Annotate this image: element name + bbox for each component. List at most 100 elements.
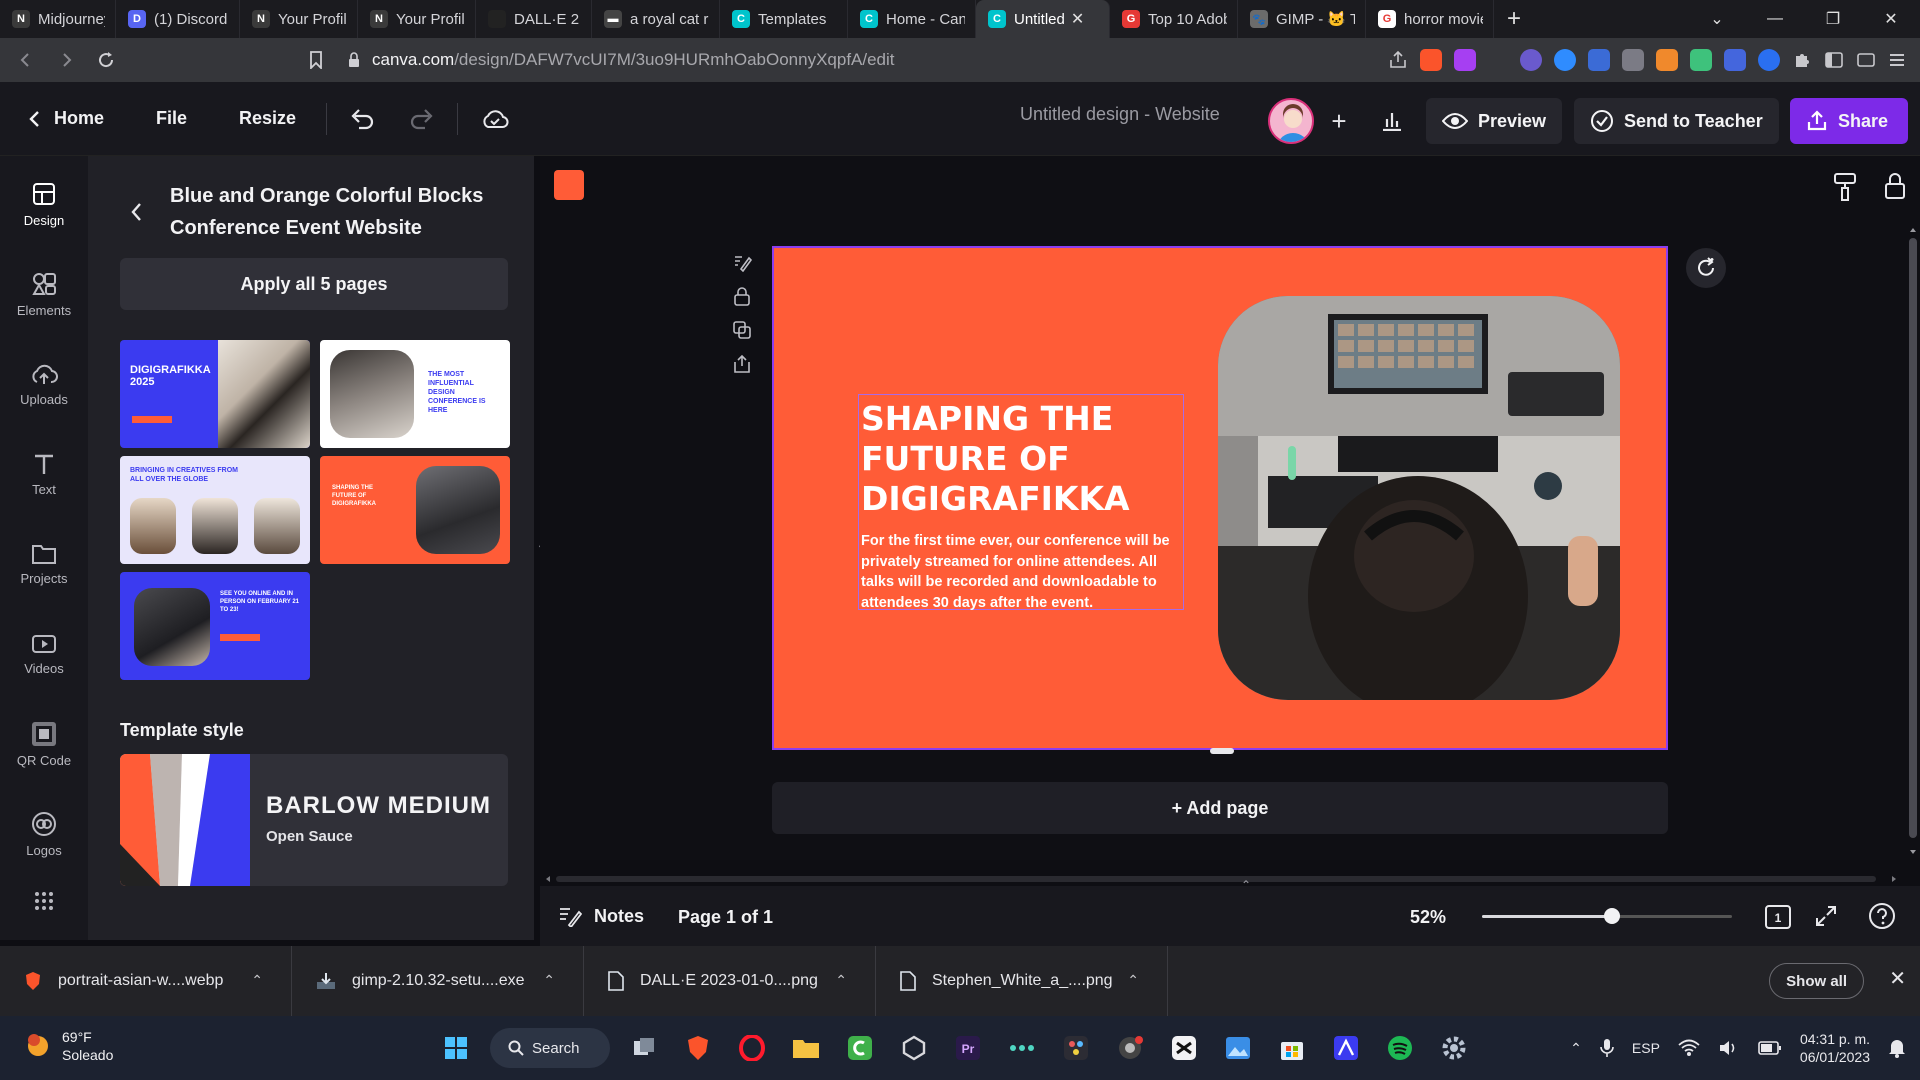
settings-icon[interactable] xyxy=(1434,1028,1474,1068)
puzzle-icon[interactable] xyxy=(1792,50,1812,70)
notes-button[interactable]: Notes xyxy=(558,898,644,934)
send-to-teacher-button[interactable]: Send to Teacher xyxy=(1574,98,1779,144)
metamask-icon[interactable] xyxy=(1656,49,1678,71)
brave-icon[interactable] xyxy=(678,1028,718,1068)
tab-search-icon[interactable]: ⌄ xyxy=(1688,0,1746,38)
cloud-save-icon[interactable] xyxy=(472,97,518,141)
template-style-card[interactable]: BARLOW MEDIUM Open Sauce xyxy=(120,754,508,886)
zoom-slider-knob[interactable] xyxy=(1604,908,1620,924)
bookmark-icon[interactable] xyxy=(296,40,336,80)
insights-button[interactable] xyxy=(1372,100,1412,140)
browser-tab[interactable]: N Midjourney xyxy=(0,0,116,38)
page-grid-view-button[interactable]: 1 xyxy=(1764,904,1792,930)
battery-icon[interactable] xyxy=(1758,1041,1782,1055)
vertical-scrollbar[interactable] xyxy=(1906,222,1920,862)
download-item[interactable]: Stephen_White_a_....png ⌃ xyxy=(876,946,1168,1016)
design-photo[interactable] xyxy=(1218,296,1620,700)
template-page-thumb-active[interactable]: SHAPING THE FUTURE OF DIGIGRAFIKKA xyxy=(320,456,510,564)
download-item[interactable]: gimp-2.10.32-setu....exe ⌃ xyxy=(292,946,584,1016)
horizontal-scrollbar[interactable] xyxy=(540,872,1906,886)
extension-icon[interactable] xyxy=(1622,49,1644,71)
camtasia-icon[interactable] xyxy=(840,1028,880,1068)
rail-item-videos[interactable]: Videos xyxy=(0,614,88,694)
browser-tab[interactable]: 🐾 GIMP - 🐱 T xyxy=(1238,0,1366,38)
design-body-text[interactable]: For the first time ever, our conference … xyxy=(861,531,1181,613)
browser-tab[interactable]: Ghorror movie xyxy=(1366,0,1494,38)
download-item[interactable]: DALL·E 2023-01-0....png ⌃ xyxy=(584,946,876,1016)
fullscreen-icon[interactable] xyxy=(1814,904,1838,928)
design-heading[interactable]: SHAPING THE FUTURE OF DIGIGRAFIKKA xyxy=(859,395,1183,519)
edit-notes-icon[interactable] xyxy=(732,252,752,272)
rail-item-logos[interactable]: Logos xyxy=(0,794,88,874)
browser-tab[interactable]: D (1) Discord | xyxy=(116,0,240,38)
selected-text-box[interactable]: SHAPING THE FUTURE OF DIGIGRAFIKKA For t… xyxy=(858,394,1184,613)
minimize-button[interactable]: — xyxy=(1746,0,1804,38)
file-explorer-icon[interactable] xyxy=(786,1028,826,1068)
lock-icon[interactable] xyxy=(1884,172,1906,200)
reload-button[interactable] xyxy=(86,40,126,80)
rail-item-text[interactable]: Text xyxy=(0,434,88,514)
share-button[interactable]: Share xyxy=(1790,98,1908,144)
apply-all-pages-button[interactable]: Apply all 5 pages xyxy=(120,258,508,310)
chevron-up-icon[interactable]: ⌃ xyxy=(543,972,555,989)
chevron-up-icon[interactable]: ⌃ xyxy=(835,972,847,989)
design-page[interactable]: SHAPING THE FUTURE OF DIGIGRAFIKKA For t… xyxy=(772,246,1668,750)
zoom-slider[interactable] xyxy=(1482,908,1732,924)
new-tab-button[interactable]: + xyxy=(1494,0,1534,38)
rail-item-design[interactable]: Design xyxy=(0,164,88,244)
zoom-percentage[interactable]: 52% xyxy=(1410,907,1446,928)
browser-tab[interactable]: C Templates xyxy=(720,0,848,38)
premiere-icon[interactable]: Pr xyxy=(948,1028,988,1068)
more-apps-button[interactable] xyxy=(0,884,88,924)
lock-page-icon[interactable] xyxy=(732,286,752,306)
browser-tab[interactable]: DALL·E 2 xyxy=(476,0,592,38)
task-view-icon[interactable] xyxy=(624,1028,664,1068)
close-tab-icon[interactable]: ✕ xyxy=(1071,9,1084,29)
notification-icon[interactable] xyxy=(1888,1038,1906,1058)
unity-icon[interactable] xyxy=(894,1028,934,1068)
resize-button[interactable]: Resize xyxy=(231,97,304,141)
volume-icon[interactable] xyxy=(1718,1039,1740,1057)
opera-icon[interactable] xyxy=(732,1028,772,1068)
back-chevron-icon[interactable] xyxy=(130,202,142,222)
extension-icon[interactable] xyxy=(1758,49,1780,71)
duplicate-page-icon[interactable] xyxy=(732,320,752,340)
rail-item-uploads[interactable]: Uploads xyxy=(0,344,88,424)
sidebar-icon[interactable] xyxy=(1824,50,1844,70)
browser-tab[interactable]: C Home - Canv xyxy=(848,0,976,38)
spotify-icon[interactable] xyxy=(1380,1028,1420,1068)
capcut-icon[interactable] xyxy=(1164,1028,1204,1068)
page-indicator[interactable]: Page 1 of 1 xyxy=(678,907,773,928)
add-page-icon[interactable] xyxy=(732,354,752,374)
download-item[interactable]: portrait-asian-w....webp ⌃ xyxy=(0,946,292,1016)
microphone-icon[interactable] xyxy=(1600,1038,1614,1058)
browser-tab[interactable]: ▬ a royal cat re xyxy=(592,0,720,38)
language-indicator[interactable]: ESP xyxy=(1632,1040,1660,1056)
wallet-icon[interactable] xyxy=(1856,50,1876,70)
taskbar-search[interactable]: Search xyxy=(490,1028,610,1068)
help-icon[interactable] xyxy=(1868,902,1896,930)
back-button[interactable] xyxy=(6,40,46,80)
home-button[interactable]: Home xyxy=(20,97,112,141)
davinci-icon[interactable] xyxy=(1056,1028,1096,1068)
menu-icon[interactable] xyxy=(1888,51,1906,69)
template-page-thumb[interactable]: SEE YOU ONLINE AND IN PERSON ON FEBRUARY… xyxy=(120,572,310,680)
add-collaborator-button[interactable]: + xyxy=(1320,102,1358,140)
share-page-icon[interactable] xyxy=(1388,50,1408,70)
document-title[interactable]: Untitled design - Website xyxy=(1020,104,1220,125)
clock[interactable]: 04:31 p. m. 06/01/2023 xyxy=(1800,1030,1870,1066)
add-page-button[interactable]: + Add page xyxy=(772,782,1668,834)
image-viewer-icon[interactable] xyxy=(1218,1028,1258,1068)
windows-start-icon[interactable] xyxy=(436,1028,476,1068)
extension-icon[interactable] xyxy=(1690,49,1712,71)
preview-button[interactable]: Preview xyxy=(1426,98,1563,144)
chevron-up-icon[interactable]: ⌃ xyxy=(1228,878,1264,892)
chevron-up-icon[interactable]: ⌃ xyxy=(1127,972,1139,989)
brave-rewards-icon[interactable] xyxy=(1454,49,1476,71)
url-field[interactable]: canva.com/design/DAFW7vcUI7M/3uo9HURmhOa… xyxy=(348,44,1248,76)
copy-style-icon[interactable] xyxy=(1832,172,1858,202)
browser-tab[interactable]: G Top 10 Adob xyxy=(1110,0,1238,38)
chevron-up-icon[interactable]: ⌃ xyxy=(1570,1040,1582,1057)
browser-tab[interactable]: N Your Profile xyxy=(240,0,358,38)
page-resize-handle[interactable] xyxy=(1210,748,1234,754)
